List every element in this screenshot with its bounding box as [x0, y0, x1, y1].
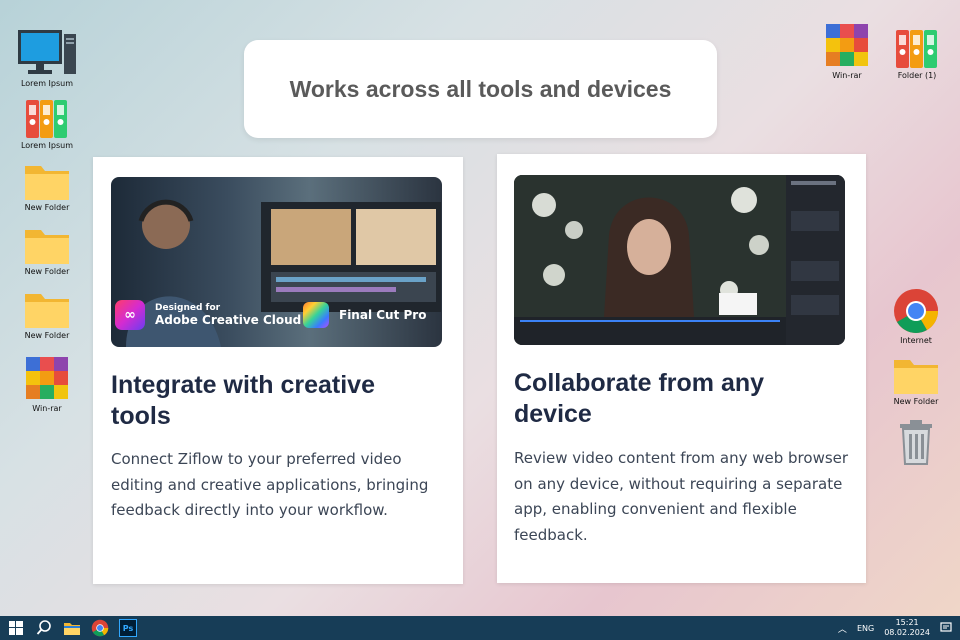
folder-icon	[894, 360, 938, 394]
card-body: Connect Ziflow to your preferred video e…	[111, 450, 429, 519]
desktop-icon-new-folder-3[interactable]: New Folder	[15, 288, 79, 340]
winrar-icon	[826, 24, 868, 66]
file-explorer-icon[interactable]	[61, 617, 83, 639]
desktop-icon-label: Lorem Ipsum	[20, 141, 74, 150]
chevron-up-icon[interactable]: ︿	[838, 622, 847, 635]
desktop-icon-winrar-left[interactable]: Win-rar	[15, 355, 79, 413]
folder-icon	[25, 230, 69, 264]
desktop-icon-label: Folder (1)	[897, 71, 937, 80]
chrome-icon	[894, 289, 938, 333]
creative-tools-image: ∞ Designed for Adobe Creative Cloud Fina…	[111, 177, 442, 347]
desktop-icon-internet[interactable]: Internet	[884, 287, 948, 345]
card-body: Review video content from any web browse…	[514, 449, 849, 544]
computer-icon	[18, 30, 76, 74]
desktop-icon-label: Internet	[900, 336, 932, 345]
clock-date: 08.02.2024	[884, 628, 930, 637]
desktop-icon-label: New Folder	[24, 203, 70, 212]
language-indicator[interactable]: ENG	[857, 624, 874, 633]
desktop-icon-label: New Folder	[24, 267, 70, 276]
adobe-cc-badge: ∞ Designed for Adobe Creative Cloud	[115, 300, 301, 330]
folder-icon	[25, 166, 69, 200]
photoshop-label: Ps	[119, 619, 137, 637]
card-collaborate-any-device: Collaborate from any device Review video…	[497, 154, 866, 583]
taskbar: Ps ︿ ENG 15:21 08.02.2024	[0, 616, 960, 640]
desktop-icon-label: Win-rar	[32, 404, 62, 413]
final-cut-badge: Final Cut Pro	[303, 302, 426, 328]
card-title: Integrate with creative tools	[111, 371, 375, 430]
recycle-bin-icon	[900, 420, 932, 465]
desktop-icon-folder-1[interactable]: Folder (1)	[885, 26, 949, 80]
desktop-icon-new-folder-1[interactable]: New Folder	[15, 160, 79, 212]
desktop-icon-new-folder-2[interactable]: New Folder	[15, 224, 79, 276]
final-cut-pro-icon	[303, 302, 329, 328]
clock-time: 15:21	[895, 618, 919, 627]
search-icon[interactable]	[33, 617, 55, 639]
desktop-icon-recycle-bin[interactable]	[884, 418, 948, 467]
desktop-icon-winrar-top-right[interactable]: Win-rar	[815, 22, 879, 80]
desktop-icon-new-folder-right[interactable]: New Folder	[884, 354, 948, 406]
headline-card: Works across all tools and devices	[244, 40, 717, 138]
badge-main-text: Adobe Creative Cloud	[155, 313, 302, 327]
desktop-icon-label: Lorem Ipsum	[20, 79, 74, 88]
desktop-icon-lorem-ipsum-computer[interactable]: Lorem Ipsum	[15, 28, 79, 88]
badge-small-text: Designed for	[155, 303, 221, 313]
photoshop-icon[interactable]: Ps	[117, 617, 139, 639]
desktop-icon-label: New Folder	[893, 397, 939, 406]
desktop-icon-lorem-ipsum-binders[interactable]: Lorem Ipsum	[15, 96, 79, 150]
desktop-icon-label: New Folder	[24, 331, 70, 340]
binders-icon	[26, 100, 67, 138]
card-integrate-creative-tools: ∞ Designed for Adobe Creative Cloud Fina…	[93, 157, 463, 584]
review-interface-graphic	[514, 175, 845, 345]
card-title: Collaborate from any device	[514, 369, 765, 428]
desktop-icon-label: Win-rar	[832, 71, 862, 80]
winrar-icon	[26, 357, 68, 399]
system-tray: ︿ ENG 15:21 08.02.2024	[838, 616, 952, 640]
windows-start-icon[interactable]	[5, 617, 27, 639]
notification-icon[interactable]	[940, 622, 952, 634]
folder-icon	[25, 294, 69, 328]
binders-icon	[896, 30, 937, 68]
clock[interactable]: 15:21 08.02.2024	[884, 618, 930, 638]
collaborate-image	[514, 175, 845, 345]
chrome-taskbar-icon[interactable]	[89, 617, 111, 639]
adobe-cc-icon: ∞	[115, 300, 145, 330]
headline-text: Works across all tools and devices	[289, 75, 672, 102]
badge-second-text: Final Cut Pro	[339, 308, 427, 322]
